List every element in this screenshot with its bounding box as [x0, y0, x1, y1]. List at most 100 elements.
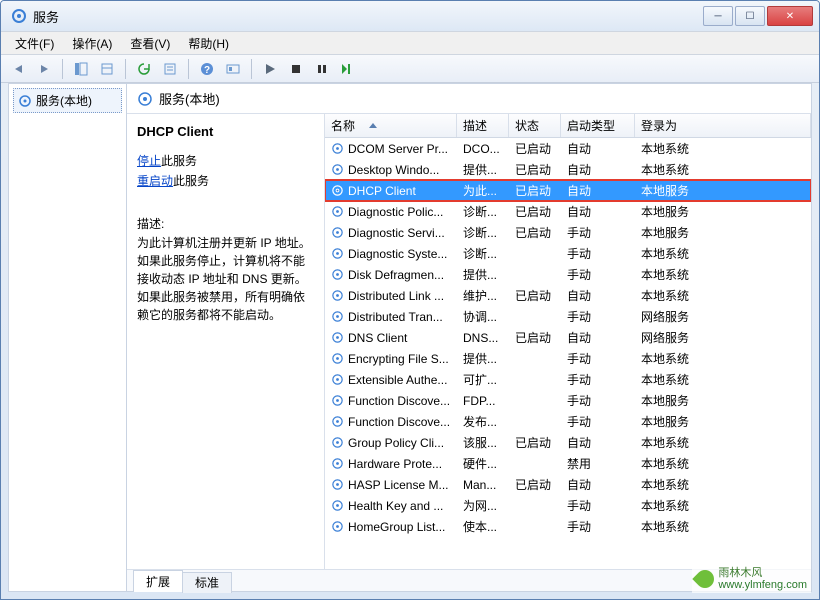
detail-actions: 停止此服务 重启动此服务: [137, 151, 314, 191]
close-button[interactable]: ✕: [767, 6, 813, 26]
cell-desc: 诊断...: [457, 203, 509, 220]
cell-name: Diagnostic Polic...: [325, 205, 457, 219]
cell-logon: 网络服务: [635, 329, 811, 346]
cell-state: 已启动: [509, 182, 561, 199]
column-description[interactable]: 描述: [457, 114, 509, 137]
table-row[interactable]: DCOM Server Pr...DCO...已启动自动本地系统: [325, 138, 811, 159]
cell-logon: 网络服务: [635, 308, 811, 325]
table-row[interactable]: Hardware Prote...硬件...禁用本地系统: [325, 453, 811, 474]
cell-desc: 提供...: [457, 350, 509, 367]
menubar: 文件(F) 操作(A) 查看(V) 帮助(H): [1, 31, 819, 55]
cell-start: 手动: [561, 245, 635, 262]
table-row[interactable]: Function Discove...FDP... 手动本地服务: [325, 390, 811, 411]
cell-logon: 本地系统: [635, 266, 811, 283]
cell-name: DCOM Server Pr...: [325, 142, 457, 156]
menu-file[interactable]: 文件(F): [7, 33, 62, 54]
service-icon: [331, 436, 344, 449]
menu-help[interactable]: 帮助(H): [180, 33, 237, 54]
cell-start: 手动: [561, 392, 635, 409]
show-hide-tree-button[interactable]: [70, 58, 92, 80]
table-row[interactable]: Diagnostic Polic...诊断...已启动自动本地服务: [325, 201, 811, 222]
cell-logon: 本地服务: [635, 392, 811, 409]
forward-button[interactable]: [33, 58, 55, 80]
content-split: DHCP Client 停止此服务 重启动此服务 描述: 为此计算机注册并更新 …: [127, 114, 811, 569]
tab-standard[interactable]: 标准: [182, 572, 232, 593]
menu-view[interactable]: 查看(V): [122, 33, 178, 54]
column-state[interactable]: 状态: [509, 114, 561, 137]
cell-start: 禁用: [561, 455, 635, 472]
cell-desc: Man...: [457, 478, 509, 492]
table-row[interactable]: Health Key and ...为网...手动本地系统: [325, 495, 811, 516]
refresh-button[interactable]: [133, 58, 155, 80]
properties-button[interactable]: [159, 58, 181, 80]
table-row[interactable]: HomeGroup List...使本...手动本地系统: [325, 516, 811, 537]
column-name[interactable]: 名称: [325, 114, 457, 137]
window-controls: ─ ☐ ✕: [703, 6, 815, 26]
table-row[interactable]: Group Policy Cli...该服...已启动自动本地系统: [325, 432, 811, 453]
table-row[interactable]: Disk Defragmen...提供...手动本地系统: [325, 264, 811, 285]
separator: [125, 59, 126, 79]
column-logon[interactable]: 登录为: [635, 114, 811, 137]
cell-state: 已启动: [509, 140, 561, 157]
table-row[interactable]: Diagnostic Syste...诊断...手动本地系统: [325, 243, 811, 264]
body: 服务(本地) 服务(本地) DHCP Client 停止此服务 重启动此服务 描…: [8, 83, 812, 592]
cell-logon: 本地服务: [635, 182, 811, 199]
right-pane: 服务(本地) DHCP Client 停止此服务 重启动此服务 描述: 为此计算…: [127, 84, 811, 591]
description-label: 描述:: [137, 215, 314, 232]
services-rows[interactable]: DCOM Server Pr...DCO...已启动自动本地系统Desktop …: [325, 138, 811, 569]
cell-desc: DCO...: [457, 142, 509, 156]
cell-start: 自动: [561, 329, 635, 346]
service-icon: [331, 331, 344, 344]
stop-service-button[interactable]: [285, 58, 307, 80]
cell-name: Desktop Windo...: [325, 163, 457, 177]
separator: [62, 59, 63, 79]
cell-logon: 本地服务: [635, 413, 811, 430]
help-button[interactable]: ?: [196, 58, 218, 80]
table-row[interactable]: Extensible Authe...可扩...手动本地系统: [325, 369, 811, 390]
table-row[interactable]: HASP License M...Man...已启动自动本地系统: [325, 474, 811, 495]
gear-icon: [137, 91, 153, 107]
service-icon: [331, 226, 344, 239]
restart-service-button[interactable]: [337, 58, 359, 80]
menu-action[interactable]: 操作(A): [64, 33, 120, 54]
cell-start: 自动: [561, 476, 635, 493]
tab-strip: 扩展 标准: [127, 569, 811, 591]
cell-desc: 发布...: [457, 413, 509, 430]
cell-start: 手动: [561, 308, 635, 325]
cell-logon: 本地系统: [635, 371, 811, 388]
stop-link[interactable]: 停止: [137, 154, 161, 168]
table-row[interactable]: Encrypting File S...提供...手动本地系统: [325, 348, 811, 369]
maximize-button[interactable]: ☐: [735, 6, 765, 26]
svg-text:?: ?: [204, 65, 210, 76]
export-list-button[interactable]: [96, 58, 118, 80]
table-row[interactable]: DNS ClientDNS...已启动自动网络服务: [325, 327, 811, 348]
table-row[interactable]: Function Discove...发布...手动本地服务: [325, 411, 811, 432]
table-row[interactable]: Distributed Tran...协调...手动网络服务: [325, 306, 811, 327]
tab-extended[interactable]: 扩展: [133, 570, 183, 592]
tree-root-item[interactable]: 服务(本地): [13, 88, 122, 113]
service-icon: [331, 247, 344, 260]
cell-state: 已启动: [509, 224, 561, 241]
cell-name: Function Discove...: [325, 415, 457, 429]
start-service-button[interactable]: [259, 58, 281, 80]
cell-logon: 本地系统: [635, 455, 811, 472]
cell-start: 手动: [561, 266, 635, 283]
table-row[interactable]: DHCP Client为此...已启动自动本地服务: [325, 180, 811, 201]
column-startup[interactable]: 启动类型: [561, 114, 635, 137]
cell-name: Function Discove...: [325, 394, 457, 408]
service-icon: [331, 478, 344, 491]
table-row[interactable]: Diagnostic Servi...诊断...已启动手动本地服务: [325, 222, 811, 243]
cell-desc: FDP...: [457, 394, 509, 408]
cell-name: Distributed Tran...: [325, 310, 457, 324]
back-button[interactable]: [7, 58, 29, 80]
table-row[interactable]: Distributed Link ...维护...已启动自动本地系统: [325, 285, 811, 306]
restart-link[interactable]: 重启动: [137, 174, 173, 188]
minimize-button[interactable]: ─: [703, 6, 733, 26]
table-row[interactable]: Desktop Windo...提供...已启动自动本地系统: [325, 159, 811, 180]
content-header-label: 服务(本地): [159, 89, 220, 108]
cell-name: Extensible Authe...: [325, 373, 457, 387]
toolbar-button[interactable]: [222, 58, 244, 80]
cell-start: 自动: [561, 182, 635, 199]
service-icon: [331, 205, 344, 218]
pause-service-button[interactable]: [311, 58, 333, 80]
